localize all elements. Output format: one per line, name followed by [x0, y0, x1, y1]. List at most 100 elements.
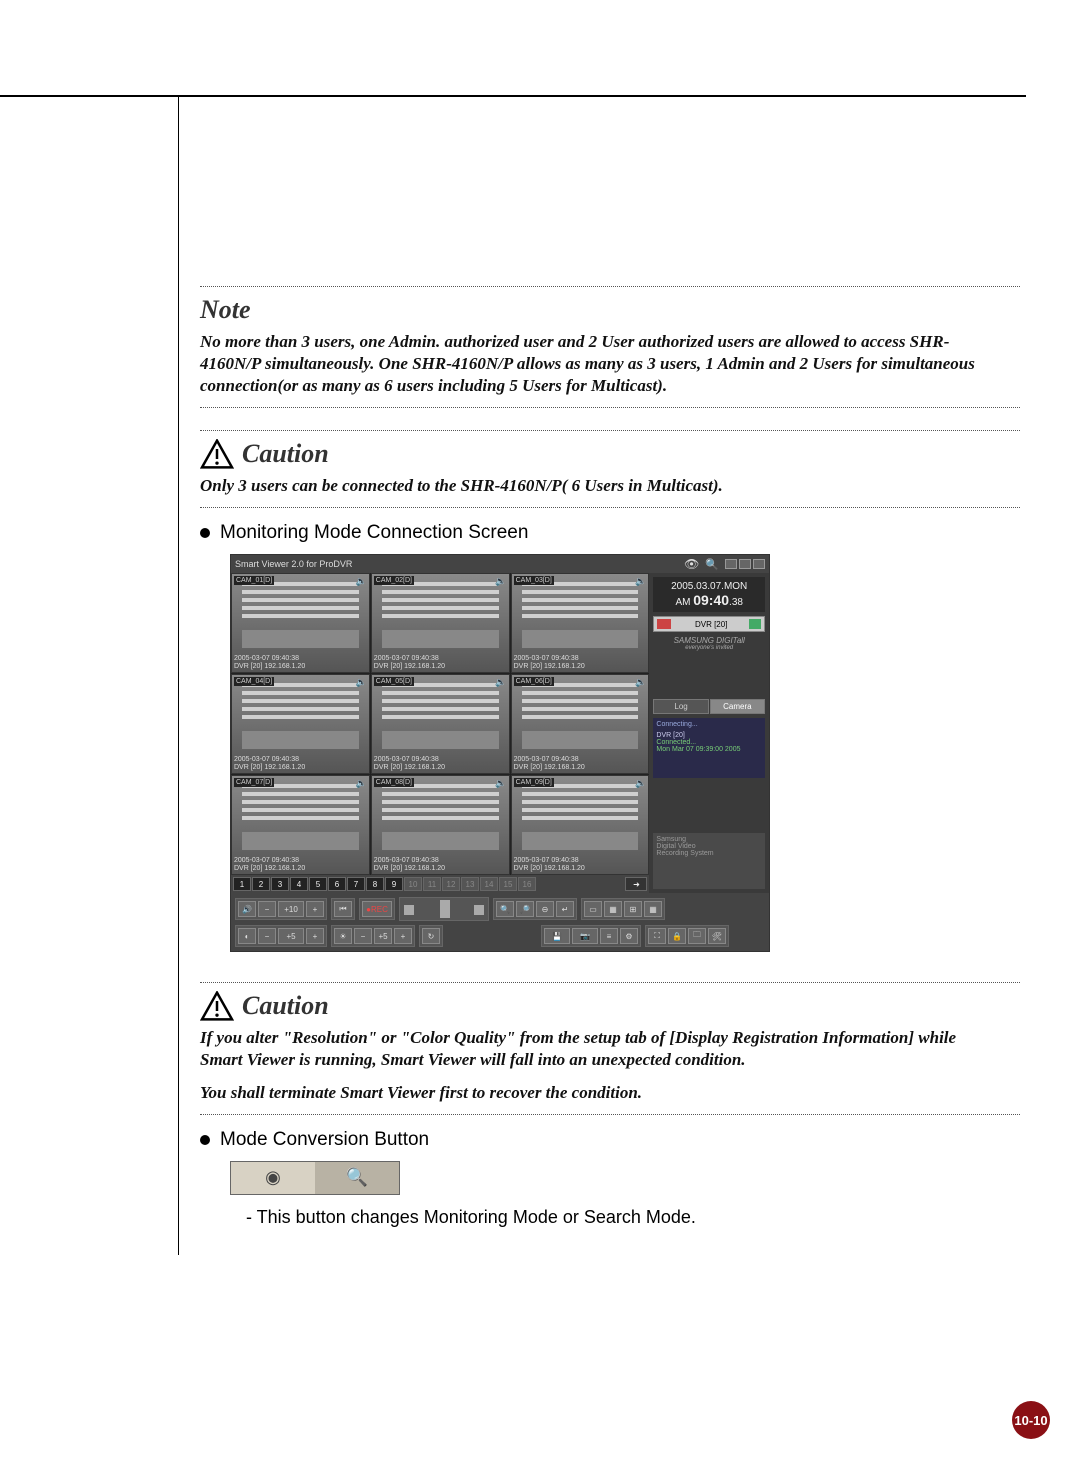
camera-cell[interactable]: CAM_08[D]🔈2005-03-07 09:40:38DVR [20] 19… — [371, 775, 510, 875]
bullet-text: Monitoring Mode Connection Screen — [220, 522, 528, 544]
side-tabs: Log Camera — [653, 699, 765, 714]
channel-number-row: 12345678910111213141516➜ — [231, 875, 649, 893]
lock-button[interactable]: 🔒 — [668, 928, 686, 944]
channel-button[interactable]: 9 — [385, 877, 403, 891]
divider — [200, 1114, 1020, 1115]
channel-button[interactable]: 3 — [271, 877, 289, 891]
layout-4-button[interactable]: ▦ — [604, 901, 622, 917]
camera-timestamp: 2005-03-07 09:40:38DVR [20] 192.168.1.20 — [234, 756, 305, 771]
camera-timestamp: 2005-03-07 09:40:38DVR [20] 192.168.1.20 — [374, 655, 445, 670]
chevron-down-icon[interactable] — [749, 619, 761, 629]
dvr-select[interactable]: DVR [20] — [653, 616, 765, 632]
log-connecting: Connecting... — [656, 721, 762, 728]
search-icon[interactable]: 🔍 — [705, 558, 719, 571]
channel-button-disabled: 13 — [461, 877, 479, 891]
minus-button[interactable]: − — [258, 901, 276, 917]
channel-button[interactable]: 1 — [233, 877, 251, 891]
layout-16-button[interactable]: ▦ — [644, 901, 662, 917]
camera-cell[interactable]: CAM_01[D]🔈2005-03-07 09:40:38DVR [20] 19… — [231, 573, 370, 673]
plus5-button[interactable]: +5 — [374, 928, 392, 944]
plus-button[interactable]: + — [306, 901, 324, 917]
channel-button[interactable]: 8 — [366, 877, 384, 891]
camera-cell[interactable]: CAM_03[D]🔈2005-03-07 09:40:38DVR [20] 19… — [511, 573, 650, 673]
speaker-icon: 🔈 — [356, 677, 367, 688]
channel-button[interactable]: 7 — [347, 877, 365, 891]
layout-group: ▭ ▦ ⊞ ▦ — [581, 898, 665, 920]
mode-conversion-button-image: ◉ 🔍 — [230, 1161, 400, 1195]
speaker-icon: 🔈 — [356, 576, 367, 587]
camera-label: CAM_05[D] — [374, 677, 414, 686]
speaker-icon: 🔈 — [635, 778, 646, 789]
tab-log[interactable]: Log — [653, 699, 708, 714]
camera-timestamp: 2005-03-07 09:40:38DVR [20] 192.168.1.20 — [374, 756, 445, 771]
side-footer: Samsung Digital Video Recording System — [653, 833, 765, 889]
rewind-button[interactable]: ⏮ — [334, 901, 352, 917]
list-button[interactable]: ≡ — [600, 928, 618, 944]
fullscreen-button[interactable]: ⛶ — [648, 928, 666, 944]
refresh-button[interactable]: ↻ — [422, 928, 440, 944]
log-time: Mon Mar 07 09:39:00 2005 — [656, 746, 762, 753]
next-page-button[interactable]: ➜ — [625, 877, 647, 891]
layout-9-button[interactable]: ⊞ — [624, 901, 642, 917]
camera-label: CAM_03[D] — [514, 576, 554, 585]
hdd-button[interactable]: 💾 — [544, 928, 570, 944]
plus-button[interactable]: + — [306, 928, 324, 944]
rec-button[interactable]: ●REC — [362, 901, 392, 917]
maximize-button[interactable] — [739, 559, 751, 569]
tab-camera[interactable]: Camera — [710, 699, 765, 714]
plus5-button[interactable]: +5 — [278, 928, 304, 944]
camera-cell[interactable]: CAM_09[D]🔈2005-03-07 09:40:38DVR [20] 19… — [511, 775, 650, 875]
camera-cell[interactable]: CAM_05[D]🔈2005-03-07 09:40:38DVR [20] 19… — [371, 674, 510, 774]
brand-sub-text: everyone's invited — [653, 645, 765, 651]
contrast-icon[interactable]: ◐ — [238, 928, 256, 944]
minimize-button[interactable] — [725, 559, 737, 569]
close-button[interactable] — [753, 559, 765, 569]
note-heading: Note — [200, 295, 1026, 325]
caution-heading-text: Caution — [242, 991, 329, 1021]
speaker-icon[interactable]: 🔊 — [238, 901, 256, 917]
channel-button[interactable]: 6 — [328, 877, 346, 891]
minus-button[interactable]: − — [354, 928, 372, 944]
misc-group: 💾 📷 ≡ ⚙ — [541, 925, 641, 947]
divider — [200, 507, 1020, 508]
channel-button[interactable]: 5 — [309, 877, 327, 891]
eye-icon[interactable]: 👁 — [684, 557, 699, 571]
folder-button[interactable]: 🗀 — [688, 928, 706, 944]
channel-button-disabled: 15 — [499, 877, 517, 891]
caution-heading: Caution — [200, 439, 1026, 469]
camera-cell[interactable]: CAM_06[D]🔈2005-03-07 09:40:38DVR [20] 19… — [511, 674, 650, 774]
layout-1-button[interactable]: ▭ — [584, 901, 602, 917]
camera-cell[interactable]: CAM_07[D]🔈2005-03-07 09:40:38DVR [20] 19… — [231, 775, 370, 875]
note-body: No more than 3 users, one Admin. authori… — [200, 331, 1000, 397]
settings-button[interactable]: ⚙ — [620, 928, 638, 944]
channel-button[interactable]: 2 — [252, 877, 270, 891]
caution-body-2: You shall terminate Smart Viewer first t… — [200, 1082, 1000, 1104]
zoom-in-icon[interactable]: 🔍 — [496, 901, 514, 917]
divider — [200, 407, 1020, 408]
smart-viewer-screenshot: Smart Viewer 2.0 for ProDVR 👁 🔍 CAM_01[D… — [230, 554, 770, 952]
plus-button[interactable]: + — [394, 928, 412, 944]
bullet-item: Mode Conversion Button — [200, 1129, 1026, 1151]
monitoring-mode-tab[interactable]: ◉ — [231, 1162, 315, 1194]
tools-button[interactable]: 🛠 — [708, 928, 726, 944]
enter-button[interactable]: ↵ — [556, 901, 574, 917]
brightness-icon[interactable]: ☀ — [334, 928, 352, 944]
zoom-out-icon[interactable]: 🔎 — [516, 901, 534, 917]
audio-group: 🔊 − +10 + — [235, 898, 327, 920]
search-mode-tab[interactable]: 🔍 — [315, 1162, 399, 1194]
channel-button[interactable]: 4 — [290, 877, 308, 891]
divider — [200, 430, 1020, 431]
camera-cell[interactable]: CAM_02[D]🔈2005-03-07 09:40:38DVR [20] 19… — [371, 573, 510, 673]
tail-group: ⛶ 🔒 🗀 🛠 — [645, 925, 729, 947]
cam-button[interactable]: 📷 — [572, 928, 598, 944]
camera-cell[interactable]: CAM_04[D]🔈2005-03-07 09:40:38DVR [20] 19… — [231, 674, 370, 774]
ptz-pad[interactable] — [399, 897, 489, 921]
plus10-button[interactable]: +10 — [278, 901, 304, 917]
warning-icon — [200, 439, 234, 469]
dvr-select-label: DVR [20] — [695, 620, 727, 629]
camera-label: CAM_02[D] — [374, 576, 414, 585]
bottom-toolbar: 🔊 − +10 + ⏮ ●REC 🔍 🔎 ⊖ ↵ ▭ — [231, 893, 769, 925]
zoom-reset-icon[interactable]: ⊖ — [536, 901, 554, 917]
bottom-toolbar-row2: ◐ − +5 + ☀ − +5 + ↻ 💾 📷 ≡ ⚙ ⛶ — [231, 925, 769, 951]
minus-button[interactable]: − — [258, 928, 276, 944]
